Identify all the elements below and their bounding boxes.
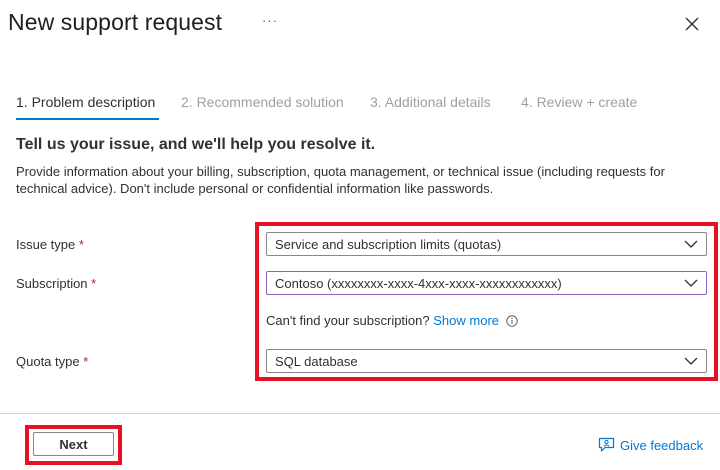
subscription-dropdown[interactable]: Contoso (xxxxxxxx-xxxx-4xxx-xxxx-xxxxxxx…	[266, 271, 707, 295]
tab-review-create[interactable]: 4. Review + create	[521, 94, 637, 110]
active-tab-indicator	[16, 118, 159, 120]
page-title: New support request	[8, 9, 223, 35]
quota-type-label-text: Quota type	[16, 354, 80, 369]
required-marker: *	[91, 276, 97, 291]
give-feedback-label: Give feedback	[620, 438, 704, 453]
tab-additional-details[interactable]: 3. Additional details	[370, 94, 491, 110]
issue-type-label: Issue type *	[16, 237, 84, 252]
subscription-help: Can't find your subscription? Show more	[266, 313, 518, 328]
tab-recommended-solution[interactable]: 2. Recommended solution	[181, 94, 344, 110]
issue-type-label-text: Issue type	[16, 237, 76, 252]
subscription-label: Subscription *	[16, 276, 96, 291]
chevron-down-icon	[684, 357, 698, 365]
subscription-label-text: Subscription	[16, 276, 88, 291]
required-marker: *	[78, 237, 84, 252]
issue-type-dropdown[interactable]: Service and subscription limits (quotas)	[266, 232, 707, 256]
chevron-down-icon	[684, 240, 698, 248]
next-button[interactable]: Next	[33, 432, 114, 456]
subscription-help-text: Can't find your subscription?	[266, 313, 430, 328]
quota-type-dropdown[interactable]: SQL database	[266, 349, 707, 373]
info-icon[interactable]	[505, 315, 518, 327]
quota-type-label: Quota type *	[16, 354, 88, 369]
quota-type-value: SQL database	[275, 354, 358, 369]
footer-divider	[0, 413, 720, 414]
section-description: Provide information about your billing, …	[16, 164, 665, 196]
tab-problem-description[interactable]: 1. Problem description	[16, 94, 155, 110]
give-feedback-link[interactable]: Give feedback	[598, 437, 703, 453]
close-icon[interactable]	[682, 14, 702, 34]
chevron-down-icon	[684, 279, 698, 287]
show-more-link[interactable]: Show more	[433, 313, 499, 328]
more-options-icon[interactable]: ···	[262, 13, 278, 28]
subscription-value: Contoso (xxxxxxxx-xxxx-4xxx-xxxx-xxxxxxx…	[275, 276, 562, 291]
section-headline: Tell us your issue, and we'll help you r…	[16, 136, 376, 153]
required-marker: *	[83, 354, 89, 369]
issue-type-value: Service and subscription limits (quotas)	[275, 237, 502, 252]
feedback-icon	[598, 437, 615, 452]
